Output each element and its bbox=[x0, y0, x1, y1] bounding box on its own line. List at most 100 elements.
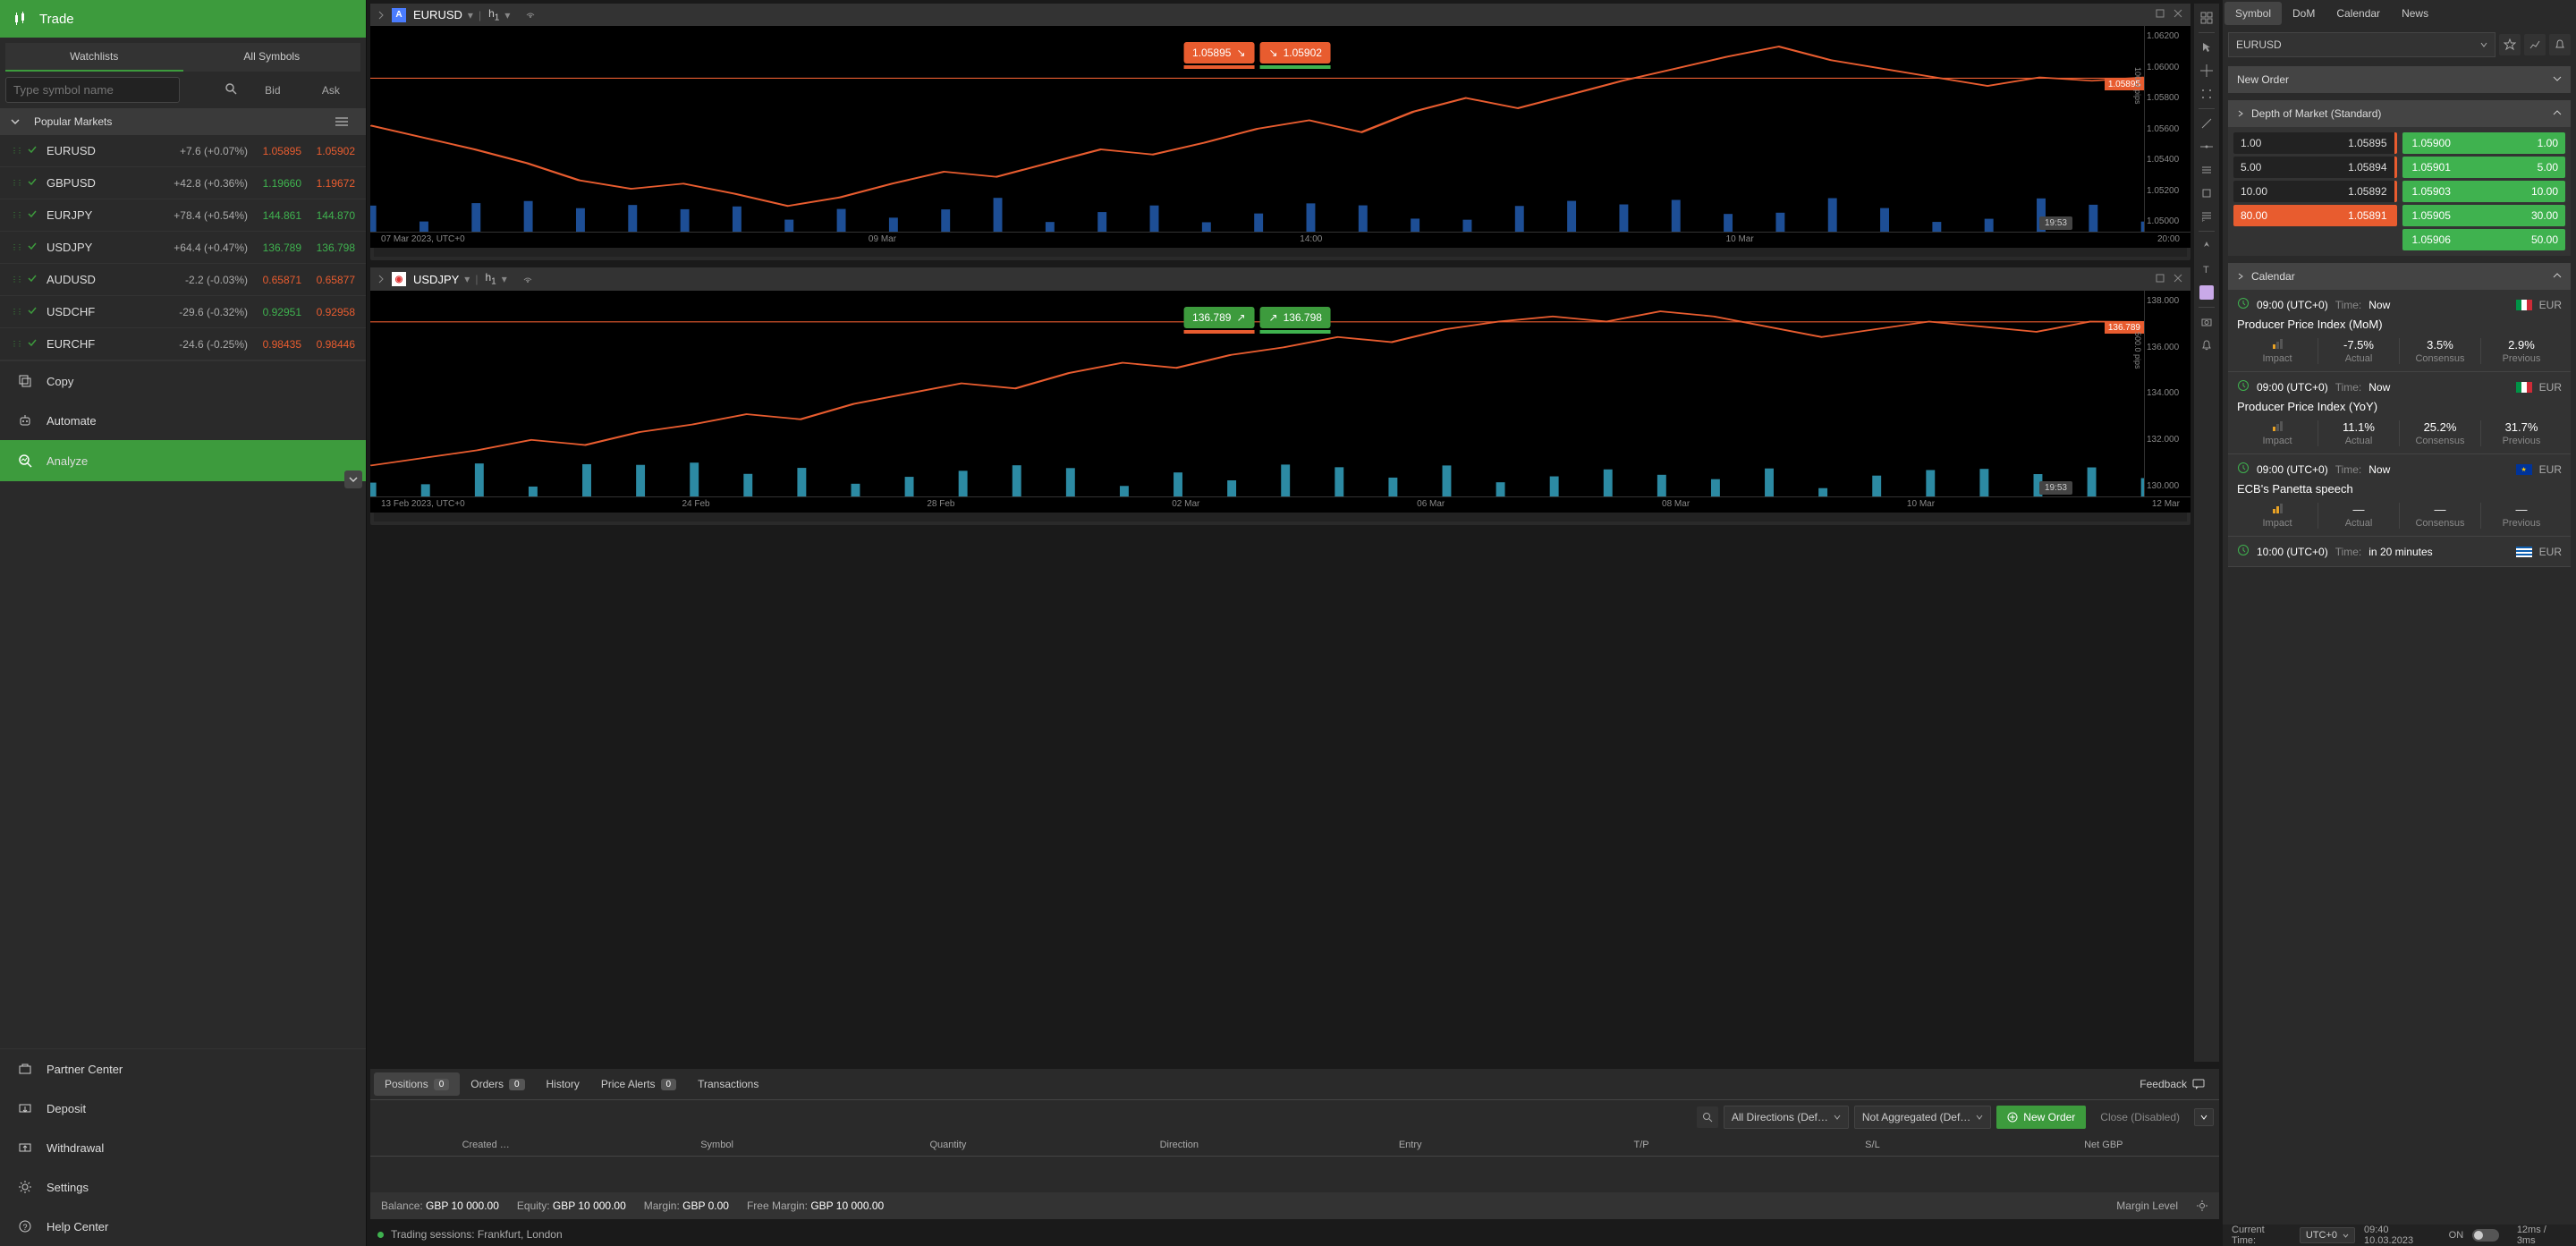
tab-transactions[interactable]: Transactions bbox=[687, 1072, 769, 1096]
calendar-header[interactable]: Calendar bbox=[2228, 263, 2571, 290]
chevron-down-icon[interactable]: ▾ bbox=[504, 9, 510, 21]
detach-icon[interactable] bbox=[2155, 273, 2165, 286]
trend-line-icon[interactable] bbox=[2196, 113, 2217, 134]
calendar-event[interactable]: 09:00 (UTC+0) Time: Now EUR Producer Pri… bbox=[2228, 290, 2571, 372]
new-order-header[interactable]: New Order bbox=[2228, 66, 2571, 93]
column-header[interactable]: T/P bbox=[1526, 1140, 1757, 1150]
nav-copy[interactable]: Copy bbox=[0, 361, 366, 401]
chevron-down-icon[interactable] bbox=[2553, 73, 2562, 86]
trade-header[interactable]: Trade bbox=[0, 0, 366, 38]
detach-icon[interactable] bbox=[2155, 8, 2165, 21]
symbol-row[interactable]: ⋮⋮ EURCHF -24.6 (-0.25%) 0.98435 0.98446 bbox=[0, 328, 366, 360]
chart-symbol[interactable]: EURUSD bbox=[413, 8, 462, 21]
drag-handle-icon[interactable]: ⋮⋮ bbox=[11, 179, 21, 187]
horizontal-scrollbar[interactable] bbox=[374, 248, 2187, 257]
symbol-row[interactable]: ⋮⋮ EURJPY +78.4 (+0.54%) 144.861 144.870 bbox=[0, 199, 366, 232]
dom-ask-row[interactable]: 1.0590530.00 bbox=[2402, 205, 2566, 226]
horizontal-line-icon[interactable] bbox=[2196, 136, 2217, 157]
symbol-row[interactable]: ⋮⋮ USDJPY +64.4 (+0.47%) 136.789 136.798 bbox=[0, 232, 366, 264]
chart-body[interactable]: 1.05895↘ ↘1.05902 1.05895 19:53 100.0 pi… bbox=[370, 26, 2190, 232]
chevron-down-icon[interactable]: ▾ bbox=[464, 273, 470, 285]
tz-dropdown[interactable]: UTC+0 bbox=[2300, 1227, 2355, 1243]
chevron-up-icon[interactable] bbox=[2553, 270, 2562, 283]
column-header[interactable]: S/L bbox=[1757, 1140, 1987, 1150]
toggle-switch[interactable] bbox=[2472, 1229, 2499, 1242]
dom-ask-row[interactable]: 1.0590310.00 bbox=[2402, 181, 2566, 202]
gear-icon[interactable] bbox=[2196, 1199, 2208, 1212]
wifi-icon[interactable] bbox=[521, 272, 534, 287]
camera-icon[interactable] bbox=[2196, 311, 2217, 333]
chart-symbol[interactable]: USDJPY bbox=[413, 273, 459, 286]
calendar-event[interactable]: 09:00 (UTC+0) Time: Now EUR Producer Pri… bbox=[2228, 372, 2571, 454]
drag-handle-icon[interactable]: ⋮⋮ bbox=[11, 211, 21, 219]
bell-button[interactable] bbox=[2549, 34, 2571, 55]
symbol-row[interactable]: ⋮⋮ EURUSD +7.6 (+0.07%) 1.05895 1.05902 bbox=[0, 135, 366, 167]
drag-handle-icon[interactable]: ⋮⋮ bbox=[11, 147, 21, 155]
buy-price-box[interactable]: ↘1.05902 bbox=[1260, 42, 1331, 69]
dom-bid-row[interactable]: 80.001.05891 bbox=[2233, 205, 2397, 226]
column-header[interactable]: Created … bbox=[370, 1140, 601, 1150]
tab-orders[interactable]: Orders 0 bbox=[460, 1072, 535, 1096]
chart-canvas[interactable]: 136.789↗ ↗136.798 136.789 19:53 500.0 pi… bbox=[370, 291, 2144, 496]
marker-icon[interactable] bbox=[2196, 235, 2217, 257]
chevron-up-icon[interactable] bbox=[2553, 107, 2562, 120]
text-icon[interactable]: T bbox=[2196, 259, 2217, 280]
chart-canvas[interactable]: 1.05895↘ ↘1.05902 1.05895 19:53 100.0 pi… bbox=[370, 26, 2144, 232]
chevron-right-icon[interactable] bbox=[377, 275, 385, 284]
cursor-icon[interactable] bbox=[2196, 37, 2217, 58]
chevron-right-icon[interactable] bbox=[377, 11, 385, 20]
timeframe[interactable]: h1 bbox=[485, 271, 496, 286]
close-dropdown[interactable] bbox=[2194, 1108, 2214, 1126]
collapse-button[interactable] bbox=[344, 470, 362, 488]
nav-help[interactable]: ? Help Center bbox=[0, 1207, 366, 1246]
rtab-symbol[interactable]: Symbol bbox=[2224, 2, 2282, 25]
symbol-row[interactable]: ⋮⋮ USDCHF -29.6 (-0.32%) 0.92951 0.92958 bbox=[0, 296, 366, 328]
drag-handle-icon[interactable]: ⋮⋮ bbox=[11, 243, 21, 251]
grid-layout-icon[interactable] bbox=[2196, 7, 2217, 29]
column-header[interactable]: Direction bbox=[1063, 1140, 1294, 1150]
tab-all-symbols[interactable]: All Symbols bbox=[183, 43, 361, 72]
calendar-event[interactable]: 10:00 (UTC+0) Time: in 20 minutes EUR bbox=[2228, 537, 2571, 567]
star-button[interactable] bbox=[2499, 34, 2521, 55]
nav-automate[interactable]: Automate bbox=[0, 401, 366, 440]
close-icon[interactable] bbox=[2173, 273, 2183, 286]
shapes-icon[interactable] bbox=[2196, 182, 2217, 204]
wifi-icon[interactable] bbox=[524, 7, 537, 22]
list-icon[interactable] bbox=[335, 117, 348, 126]
nav-withdrawal[interactable]: Withdrawal bbox=[0, 1128, 366, 1167]
chart-body[interactable]: 136.789↗ ↗136.798 136.789 19:53 500.0 pi… bbox=[370, 291, 2190, 496]
directions-dropdown[interactable]: All Directions (Def… bbox=[1724, 1106, 1849, 1129]
chevron-down-icon[interactable]: ▾ bbox=[502, 273, 507, 285]
column-header[interactable]: Symbol bbox=[601, 1140, 832, 1150]
feedback-button[interactable]: Feedback bbox=[2129, 1072, 2216, 1096]
dom-bid-row[interactable]: 5.001.05894 bbox=[2233, 157, 2397, 178]
new-order-button[interactable]: New Order bbox=[1996, 1106, 2086, 1129]
color-picker[interactable] bbox=[2196, 282, 2217, 303]
rtab-dom[interactable]: DoM bbox=[2282, 2, 2326, 25]
drag-handle-icon[interactable]: ⋮⋮ bbox=[11, 340, 21, 348]
tab-history[interactable]: History bbox=[536, 1072, 590, 1096]
symbol-search-input[interactable] bbox=[5, 77, 180, 103]
search-button[interactable] bbox=[1697, 1106, 1718, 1128]
symbol-row[interactable]: ⋮⋮ AUDUSD -2.2 (-0.03%) 0.65871 0.65877 bbox=[0, 264, 366, 296]
nav-partner[interactable]: Partner Center bbox=[0, 1049, 366, 1089]
rtab-calendar[interactable]: Calendar bbox=[2326, 2, 2391, 25]
aggregation-dropdown[interactable]: Not Aggregated (Def… bbox=[1854, 1106, 1991, 1129]
dom-bid-row[interactable]: 1.001.05895 bbox=[2233, 132, 2397, 154]
tab-watchlists[interactable]: Watchlists bbox=[5, 43, 183, 72]
dom-ask-row[interactable]: 1.0590650.00 bbox=[2402, 229, 2566, 250]
chart-button[interactable] bbox=[2524, 34, 2546, 55]
crosshair-icon[interactable] bbox=[2196, 60, 2217, 81]
nav-analyze[interactable]: Analyze bbox=[0, 440, 366, 481]
close-icon[interactable] bbox=[2173, 8, 2183, 21]
symbol-select[interactable]: EURUSD bbox=[2228, 32, 2496, 57]
calendar-event[interactable]: 09:00 (UTC+0) Time: Now ★ EUR ECB's Pane… bbox=[2228, 454, 2571, 537]
column-header[interactable]: Quantity bbox=[833, 1140, 1063, 1150]
sell-price-box[interactable]: 1.05895↘ bbox=[1183, 42, 1254, 69]
equidistant-icon[interactable] bbox=[2196, 159, 2217, 181]
bell-icon[interactable] bbox=[2196, 335, 2217, 356]
dom-header[interactable]: Depth of Market (Standard) bbox=[2228, 100, 2571, 127]
dots-icon[interactable] bbox=[2196, 83, 2217, 105]
drag-handle-icon[interactable]: ⋮⋮ bbox=[11, 308, 21, 316]
horizontal-scrollbar[interactable] bbox=[374, 513, 2187, 521]
